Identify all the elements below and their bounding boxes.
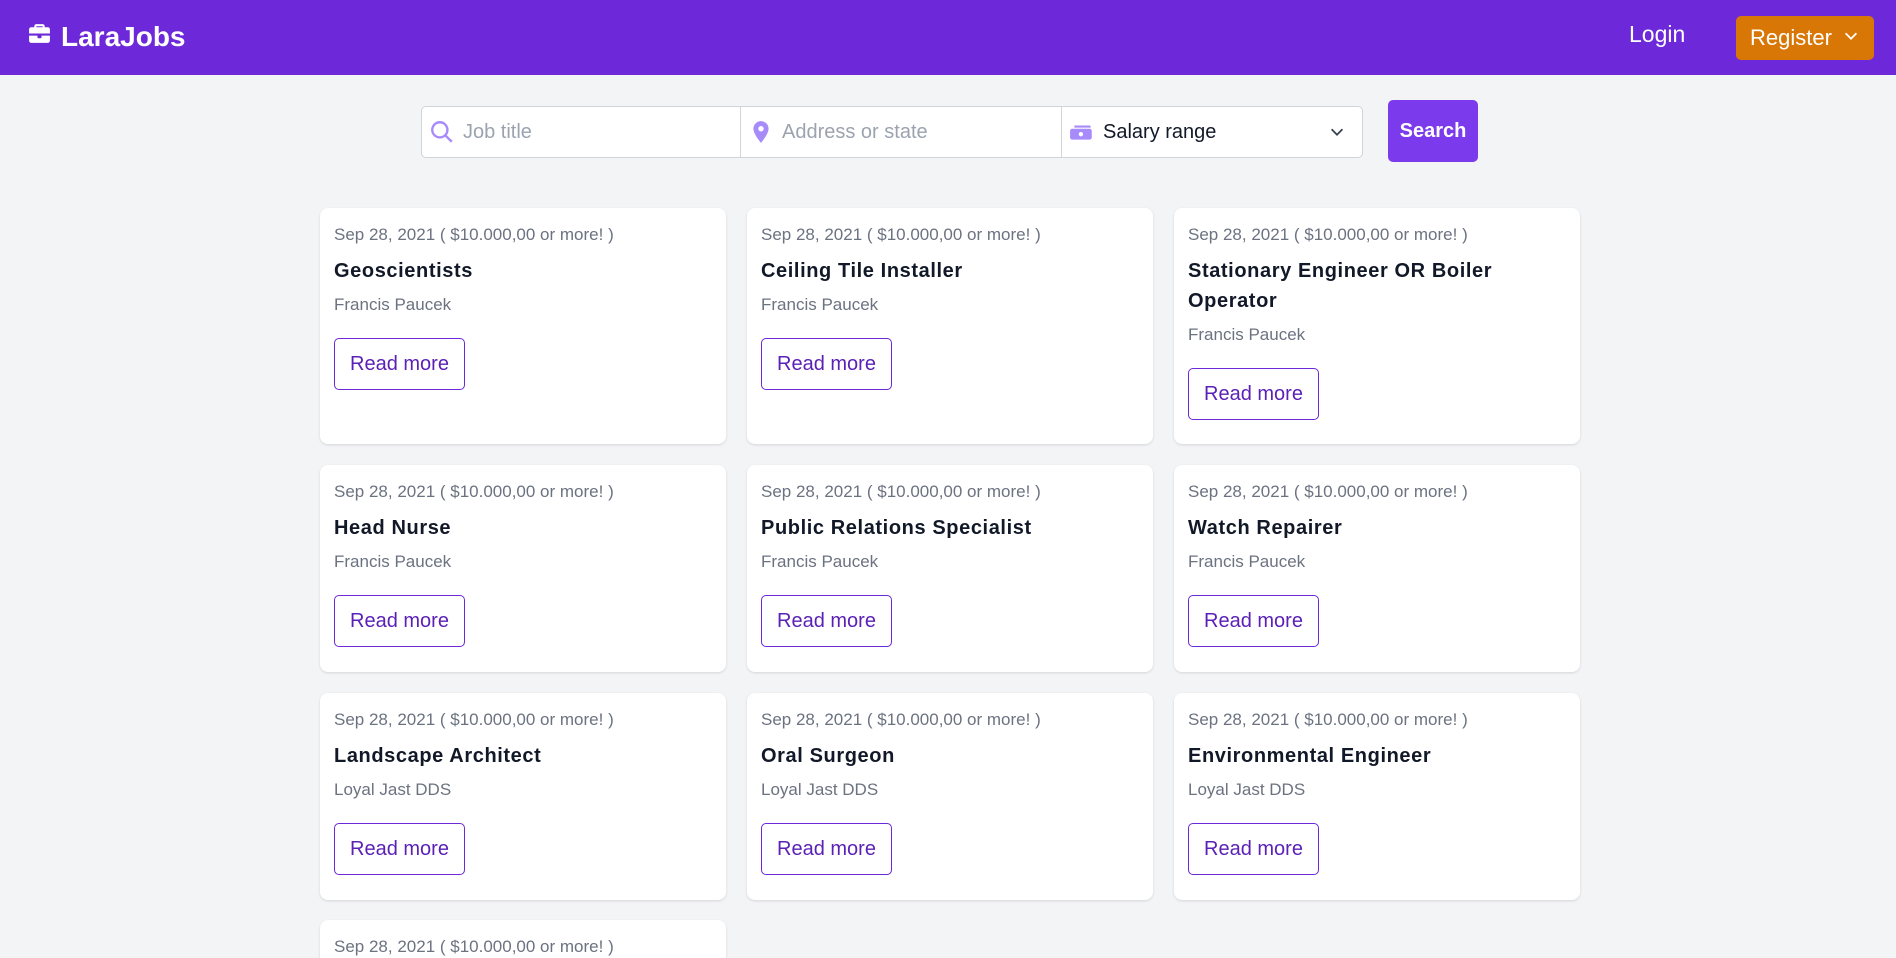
register-label: Register bbox=[1750, 25, 1832, 50]
register-dropdown-button[interactable]: Register bbox=[1736, 16, 1874, 60]
job-title: Landscape Architect bbox=[334, 745, 542, 767]
job-title: Geoscientists bbox=[334, 260, 473, 282]
address-input[interactable] bbox=[782, 107, 1061, 157]
read-more-button[interactable]: Read more bbox=[1188, 368, 1319, 420]
read-more-button[interactable]: Read more bbox=[761, 338, 892, 390]
job-card: Sep 28, 2021 ( $10.000,00 or more! ) Env… bbox=[1174, 693, 1580, 900]
brand-name: LaraJobs bbox=[61, 21, 186, 52]
job-company: Francis Paucek bbox=[1188, 552, 1306, 571]
job-company: Loyal Jast DDS bbox=[334, 780, 452, 799]
cash-icon bbox=[1069, 119, 1095, 145]
job-date-salary: Sep 28, 2021 ( $10.000,00 or more! ) bbox=[334, 937, 614, 956]
job-card: Sep 28, 2021 ( $10.000,00 or more! ) Wat… bbox=[1174, 465, 1580, 672]
location-pin-icon bbox=[748, 119, 774, 145]
briefcase-icon bbox=[27, 21, 52, 53]
job-title: Public Relations Specialist bbox=[761, 517, 1032, 539]
job-date-salary: Sep 28, 2021 ( $10.000,00 or more! ) bbox=[761, 482, 1041, 501]
login-link[interactable]: Login bbox=[1629, 20, 1685, 48]
job-title: Stationary Engineer OR Boiler Operator bbox=[1188, 260, 1493, 312]
job-date-salary: Sep 28, 2021 ( $10.000,00 or more! ) bbox=[1188, 710, 1468, 729]
job-title: Ceiling Tile Installer bbox=[761, 260, 963, 282]
job-title-field bbox=[421, 106, 741, 158]
job-card: Sep 28, 2021 ( $10.000,00 or more! ) Lan… bbox=[320, 693, 726, 900]
job-date-salary: Sep 28, 2021 ( $10.000,00 or more! ) bbox=[1188, 482, 1468, 501]
chevron-down-icon bbox=[1328, 123, 1346, 141]
job-company: Francis Paucek bbox=[334, 295, 452, 314]
job-title: Environmental Engineer bbox=[1188, 745, 1432, 767]
job-company: Francis Paucek bbox=[334, 552, 452, 571]
read-more-button[interactable]: Read more bbox=[1188, 823, 1319, 875]
job-company: Loyal Jast DDS bbox=[1188, 780, 1306, 799]
job-card: Sep 28, 2021 ( $10.000,00 or more! ) Geo… bbox=[320, 208, 726, 444]
chevron-down-icon bbox=[1842, 25, 1860, 51]
job-company: Loyal Jast DDS bbox=[761, 780, 879, 799]
read-more-button[interactable]: Read more bbox=[334, 595, 465, 647]
search-icon bbox=[429, 119, 455, 145]
job-company: Francis Paucek bbox=[761, 552, 879, 571]
read-more-button[interactable]: Read more bbox=[334, 823, 465, 875]
job-date-salary: Sep 28, 2021 ( $10.000,00 or more! ) bbox=[1188, 225, 1468, 244]
job-date-salary: Sep 28, 2021 ( $10.000,00 or more! ) bbox=[761, 225, 1041, 244]
job-card: Sep 28, 2021 ( $10.000,00 or more! ) Ora… bbox=[747, 693, 1153, 900]
job-date-salary: Sep 28, 2021 ( $10.000,00 or more! ) bbox=[761, 710, 1041, 729]
job-card: Sep 28, 2021 ( $10.000,00 or more! ) bbox=[320, 920, 726, 958]
job-card: Sep 28, 2021 ( $10.000,00 or more! ) Hea… bbox=[320, 465, 726, 672]
job-title-input[interactable] bbox=[463, 107, 740, 157]
job-company: Francis Paucek bbox=[1188, 325, 1306, 344]
job-title: Head Nurse bbox=[334, 517, 452, 539]
job-company: Francis Paucek bbox=[761, 295, 879, 314]
job-title: Oral Surgeon bbox=[761, 745, 895, 767]
read-more-button[interactable]: Read more bbox=[334, 338, 465, 390]
address-field bbox=[741, 106, 1062, 158]
job-card: Sep 28, 2021 ( $10.000,00 or more! ) Cei… bbox=[747, 208, 1153, 444]
job-date-salary: Sep 28, 2021 ( $10.000,00 or more! ) bbox=[334, 225, 614, 244]
job-date-salary: Sep 28, 2021 ( $10.000,00 or more! ) bbox=[334, 710, 614, 729]
job-title: Watch Repairer bbox=[1188, 517, 1343, 539]
salary-range-value: Salary range bbox=[1103, 120, 1217, 143]
brand-logo[interactable]: LaraJobs bbox=[27, 19, 186, 55]
salary-range-select[interactable]: Salary range bbox=[1062, 106, 1363, 158]
job-card: Sep 28, 2021 ( $10.000,00 or more! ) Pub… bbox=[747, 465, 1153, 672]
read-more-button[interactable]: Read more bbox=[761, 595, 892, 647]
search-bar: Salary range bbox=[421, 106, 1363, 158]
job-card: Sep 28, 2021 ( $10.000,00 or more! ) Sta… bbox=[1174, 208, 1580, 444]
job-date-salary: Sep 28, 2021 ( $10.000,00 or more! ) bbox=[334, 482, 614, 501]
top-navbar: LaraJobs Login Register bbox=[0, 0, 1896, 75]
read-more-button[interactable]: Read more bbox=[1188, 595, 1319, 647]
search-button[interactable]: Search bbox=[1388, 100, 1478, 162]
read-more-button[interactable]: Read more bbox=[761, 823, 892, 875]
